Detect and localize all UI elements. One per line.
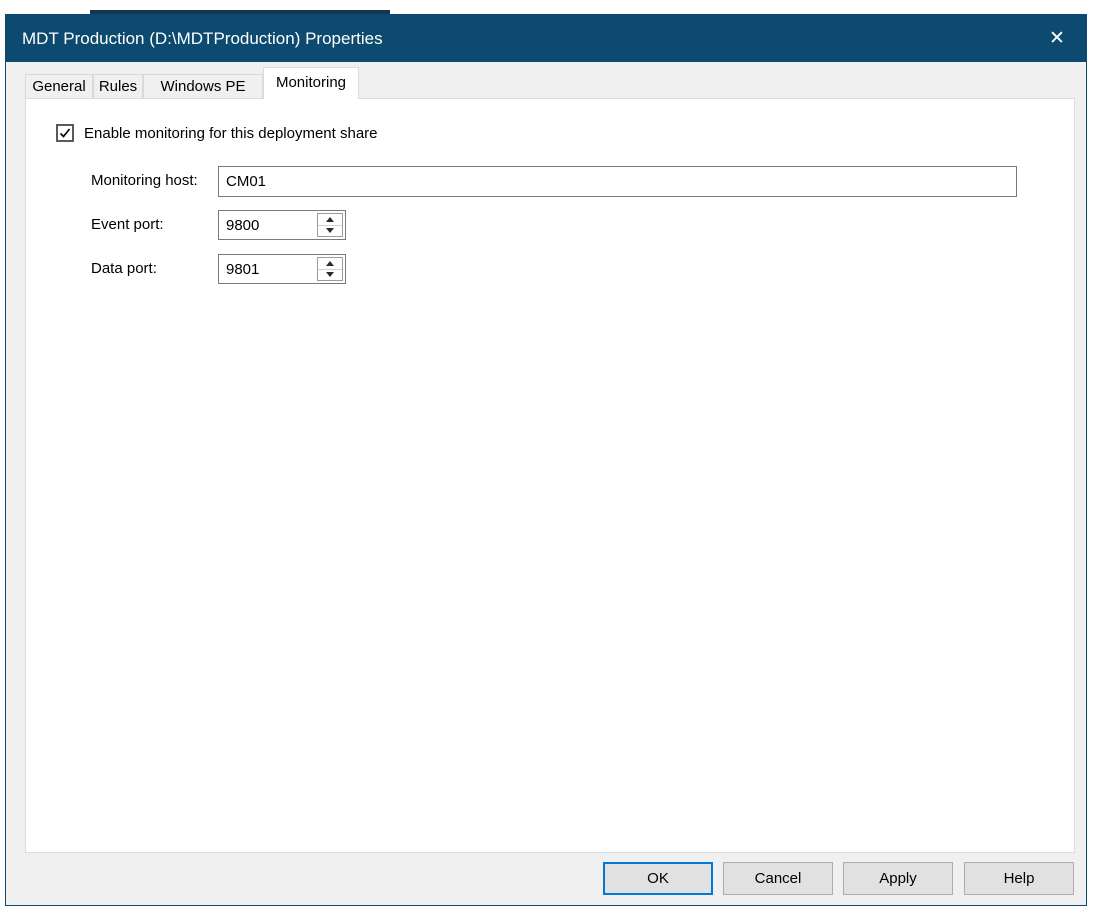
data-port-spinner [317,257,343,281]
spin-down-button[interactable] [318,226,342,237]
event-port-input[interactable] [219,211,311,239]
spin-down-button[interactable] [318,270,342,281]
help-button[interactable]: Help [964,862,1074,895]
event-port-label: Event port: [91,210,164,240]
titlebar[interactable]: MDT Production (D:\MDTProduction) Proper… [6,15,1086,62]
enable-monitoring-row: Enable monitoring for this deployment sh… [56,123,378,143]
data-port-label: Data port: [91,254,157,284]
monitoring-host-input[interactable] [218,166,1017,197]
tab-windows-pe[interactable]: Windows PE [143,74,263,98]
properties-dialog: MDT Production (D:\MDTProduction) Proper… [5,14,1087,906]
screenshot-stage: MDT Production (D:\MDTProduction) Proper… [0,0,1093,916]
arrow-down-icon [326,228,334,233]
arrow-down-icon [326,272,334,277]
spin-up-button[interactable] [318,214,342,226]
data-port-input[interactable] [219,255,311,283]
cancel-button[interactable]: Cancel [723,862,833,895]
close-button[interactable]: ✕ [1028,15,1086,62]
close-icon: ✕ [1049,27,1065,50]
enable-monitoring-checkbox[interactable] [56,124,74,142]
tab-monitoring[interactable]: Monitoring [263,67,359,99]
event-port-spinbox [218,210,346,240]
ok-button[interactable]: OK [603,862,713,895]
tab-general[interactable]: General [25,74,93,98]
spin-up-button[interactable] [318,258,342,270]
enable-monitoring-label: Enable monitoring for this deployment sh… [84,125,378,142]
checkmark-icon [59,127,71,139]
tab-rules[interactable]: Rules [93,74,143,98]
monitoring-tab-panel: Enable monitoring for this deployment sh… [25,98,1075,853]
event-port-spinner [317,213,343,237]
monitoring-host-label: Monitoring host: [91,166,198,196]
arrow-up-icon [326,217,334,222]
apply-button[interactable]: Apply [843,862,953,895]
data-port-spinbox [218,254,346,284]
dialog-title: MDT Production (D:\MDTProduction) Proper… [6,29,383,49]
arrow-up-icon [326,261,334,266]
